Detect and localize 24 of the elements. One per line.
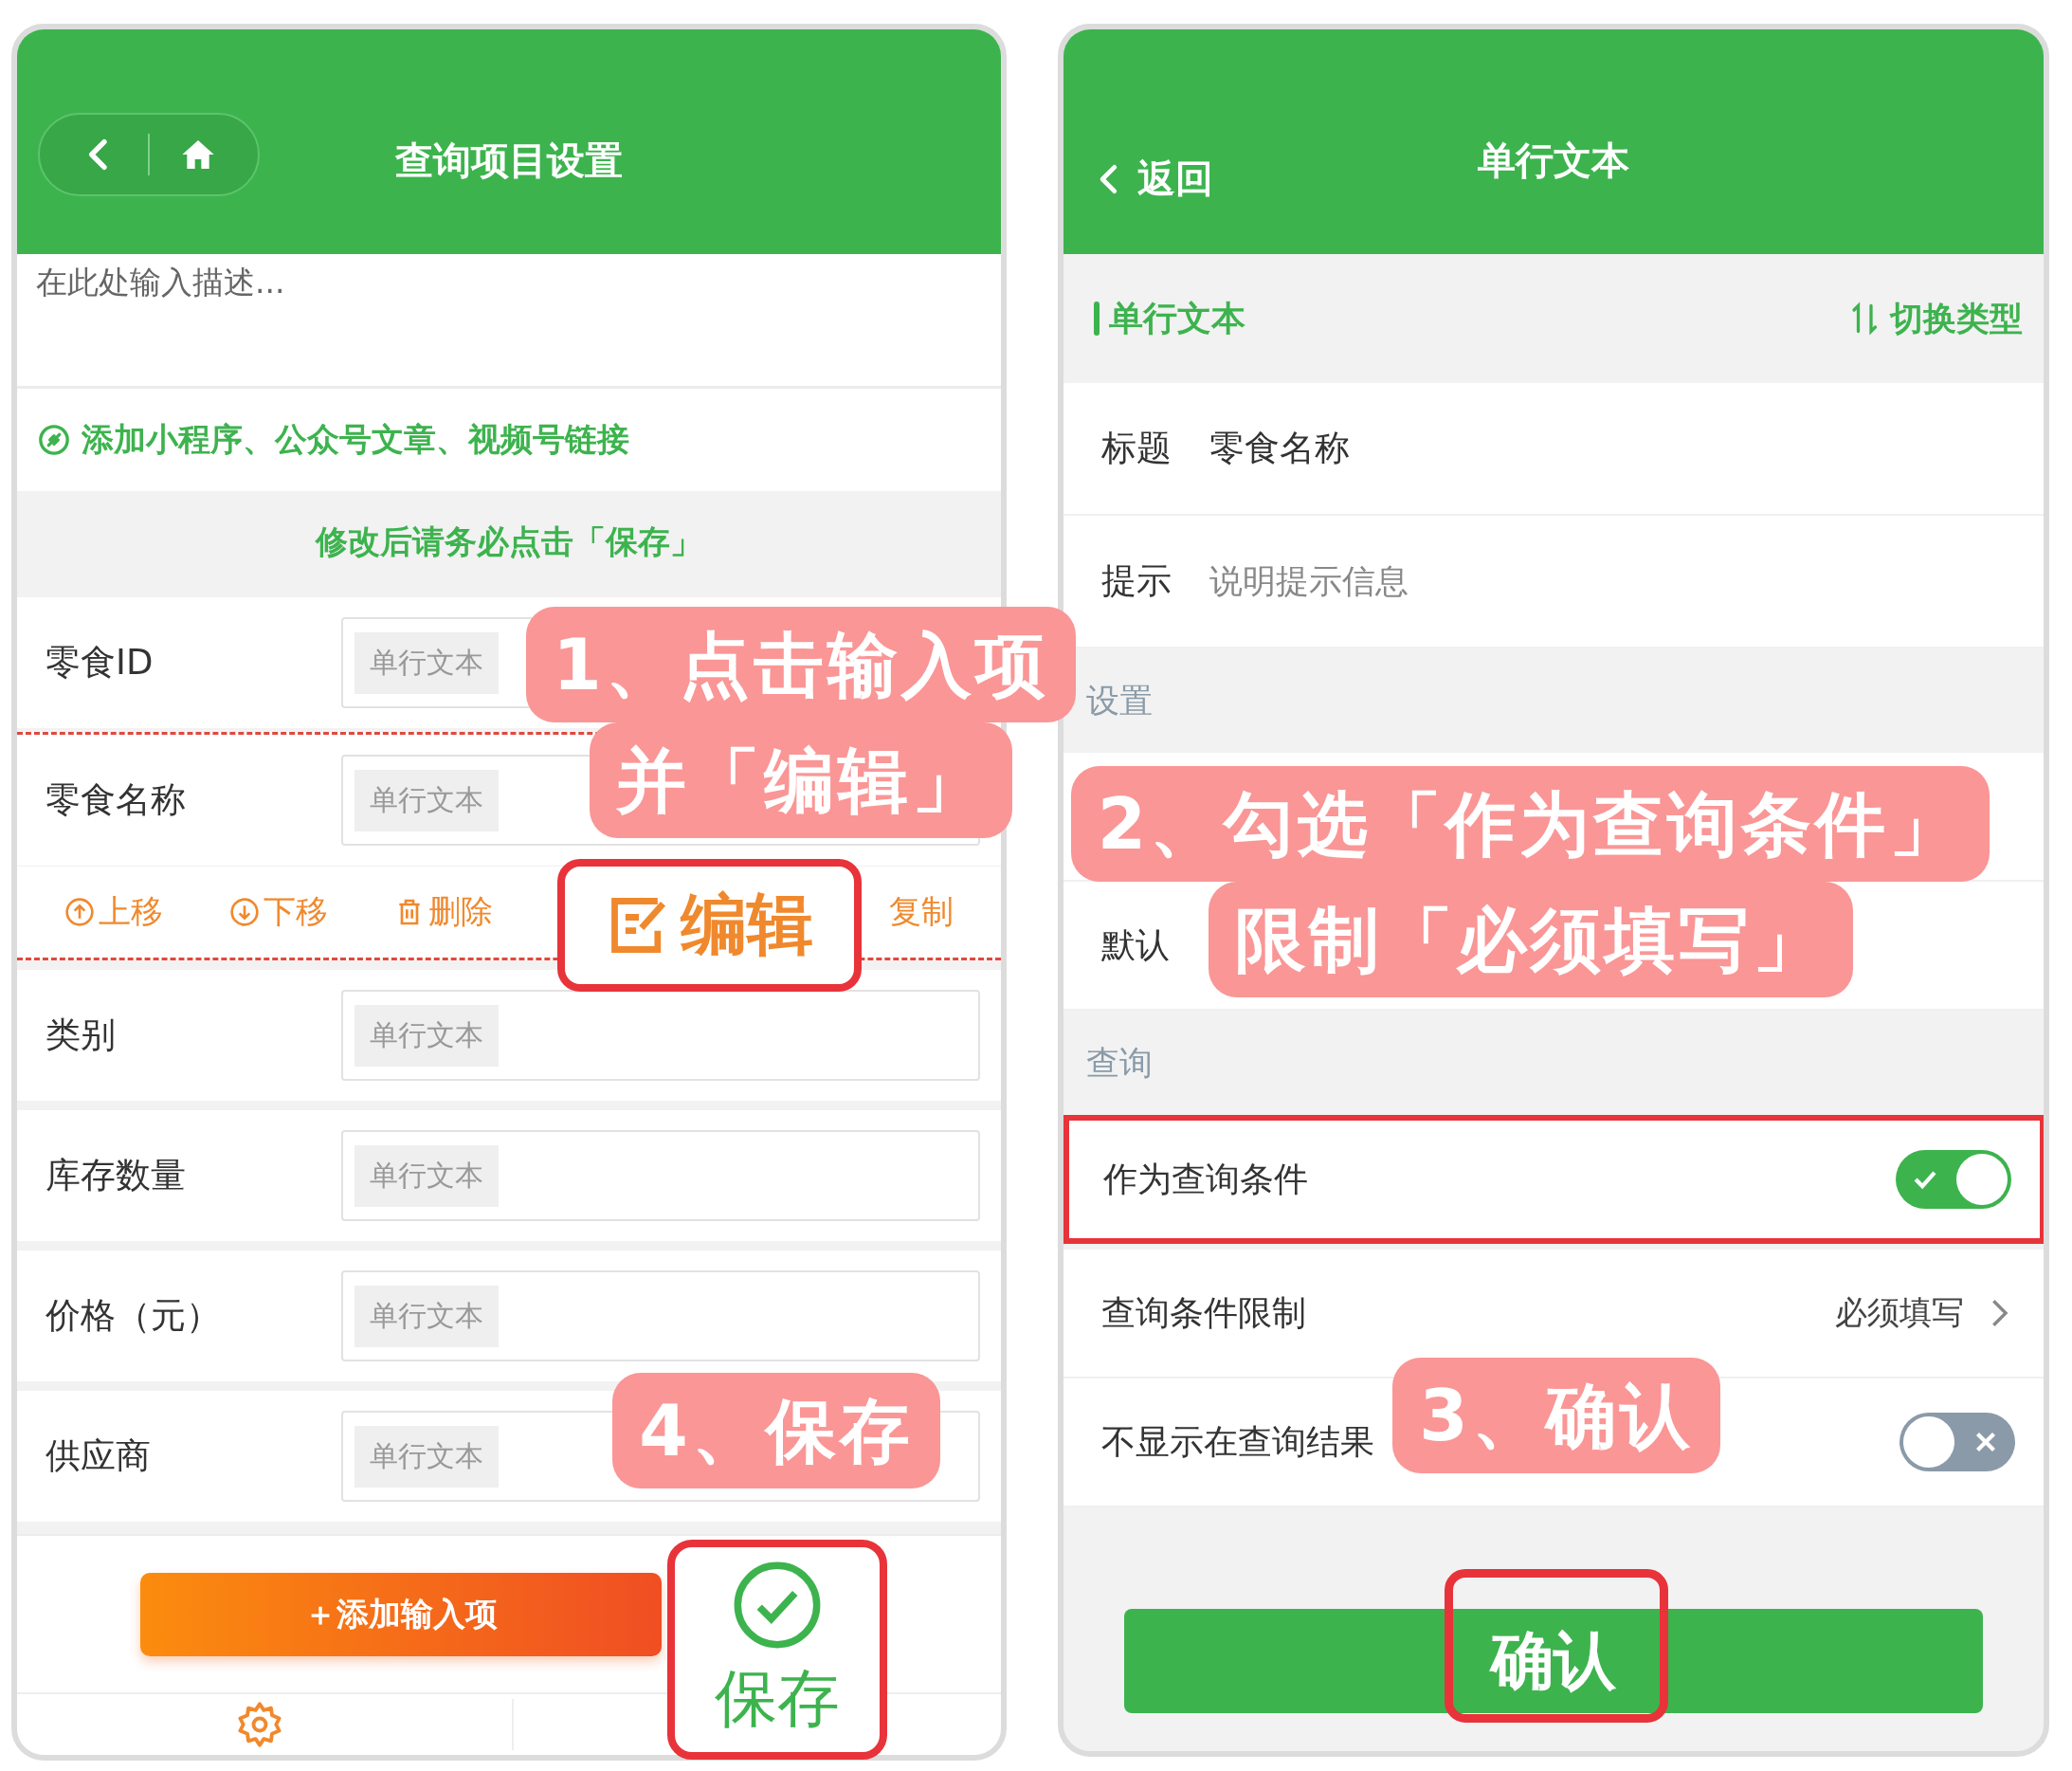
step-tooltip: 限制「必须填写」 [1208,882,1853,997]
section-heading: 查询 [1086,1042,1153,1084]
setting-label: 不显示在查询结果 [1101,1420,1374,1463]
field-label: 价格（元） [45,1294,222,1338]
setting-label: 作为查询条件 [1103,1158,1308,1200]
step-tooltip: 并「编辑」 [590,722,1012,838]
row-label: 标题 [1101,427,1172,470]
field-label: 供应商 [45,1434,152,1478]
step-tooltip: 1、点击输入项 [526,607,1076,722]
screen-title: 单行文本 [1478,137,1629,184]
field-label: 库存数量 [45,1154,187,1197]
field-label: 零食ID [45,641,154,685]
field-type-label: 单行文本 [1109,297,1245,339]
setting-label: 查询条件限制 [1101,1291,1306,1334]
setting-label: 默认 [1101,923,1170,966]
field-label: 类别 [45,1013,117,1057]
row-label: 提示 [1101,559,1172,603]
notice-text: 修改后请务必点击「保存」 [316,521,702,562]
screen-title: 查询项目设置 [395,137,623,184]
step-tooltip: 2、勾选「作为查询条件」 [1070,766,1990,882]
step-tooltip: 4、保存 [612,1373,940,1488]
section-heading: 设置 [1086,680,1153,721]
step-tooltip: 3、确认 [1392,1358,1720,1473]
field-label: 零食名称 [45,778,187,822]
